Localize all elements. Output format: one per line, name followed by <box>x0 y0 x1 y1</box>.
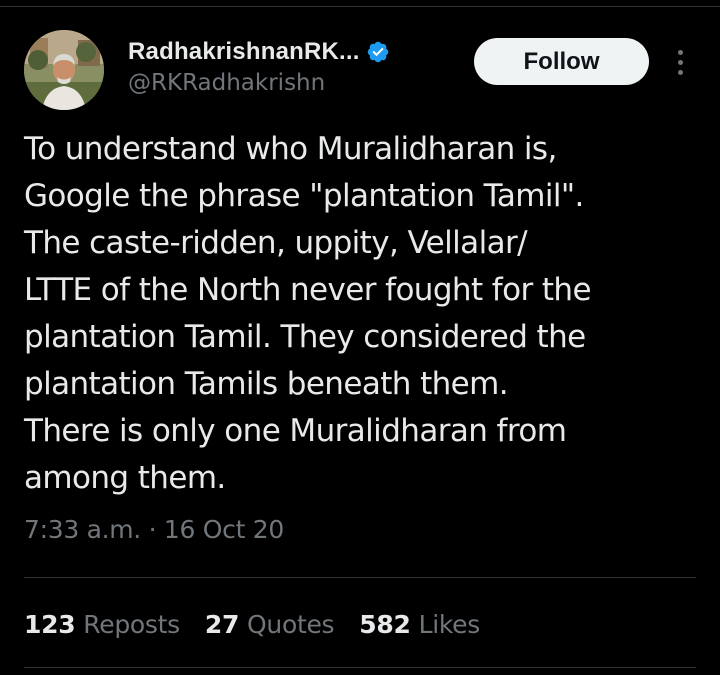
follow-button[interactable]: Follow <box>474 38 649 85</box>
top-divider <box>0 6 720 7</box>
reposts-label: Reposts <box>83 609 180 639</box>
tweet-text: To understand who Muralidharan is, Googl… <box>24 126 714 502</box>
reposts-count: 123 <box>24 609 76 639</box>
stats-top-divider <box>24 577 696 578</box>
author-display-name[interactable]: RadhakrishnanRK... <box>128 38 360 66</box>
stats-bottom-divider <box>24 667 696 668</box>
reposts-stat[interactable]: 123 Reposts <box>24 610 180 639</box>
verified-badge-icon <box>367 41 388 63</box>
avatar[interactable] <box>24 30 104 110</box>
tweet-line: Google the phrase "plantation Tamil". <box>24 178 584 214</box>
engagement-stats: 123 Reposts 27 Quotes 582 Likes <box>24 604 505 644</box>
quotes-label: Quotes <box>247 609 335 639</box>
tweet-line: To understand who Muralidharan is, <box>24 131 557 167</box>
quotes-stat[interactable]: 27 Quotes <box>204 609 335 639</box>
tweet-line: LTTE of the North never fought for the <box>24 272 592 308</box>
more-options-icon[interactable] <box>668 46 692 78</box>
likes-stat[interactable]: 582 Likes <box>359 610 480 639</box>
tweet-line: among them. <box>24 460 226 496</box>
likes-count: 582 <box>359 609 411 639</box>
tweet-line: plantation Tamil. They considered the <box>24 319 586 355</box>
quotes-count: 27 <box>204 609 240 639</box>
tweet-timestamp[interactable]: 7:33 a.m. · 16 Oct 20 <box>24 515 284 544</box>
likes-label: Likes <box>418 609 481 639</box>
tweet-line: There is only one Muralidharan from <box>24 413 567 449</box>
author-name-row[interactable]: RadhakrishnanRK... <box>128 36 390 68</box>
author-handle[interactable]: @RKRadhakrishn <box>128 70 325 96</box>
profile-photo-icon <box>24 30 104 110</box>
tweet-line: plantation Tamils beneath them. <box>24 366 509 402</box>
tweet-line: The caste-ridden, uppity, Vellalar/ <box>24 225 528 261</box>
